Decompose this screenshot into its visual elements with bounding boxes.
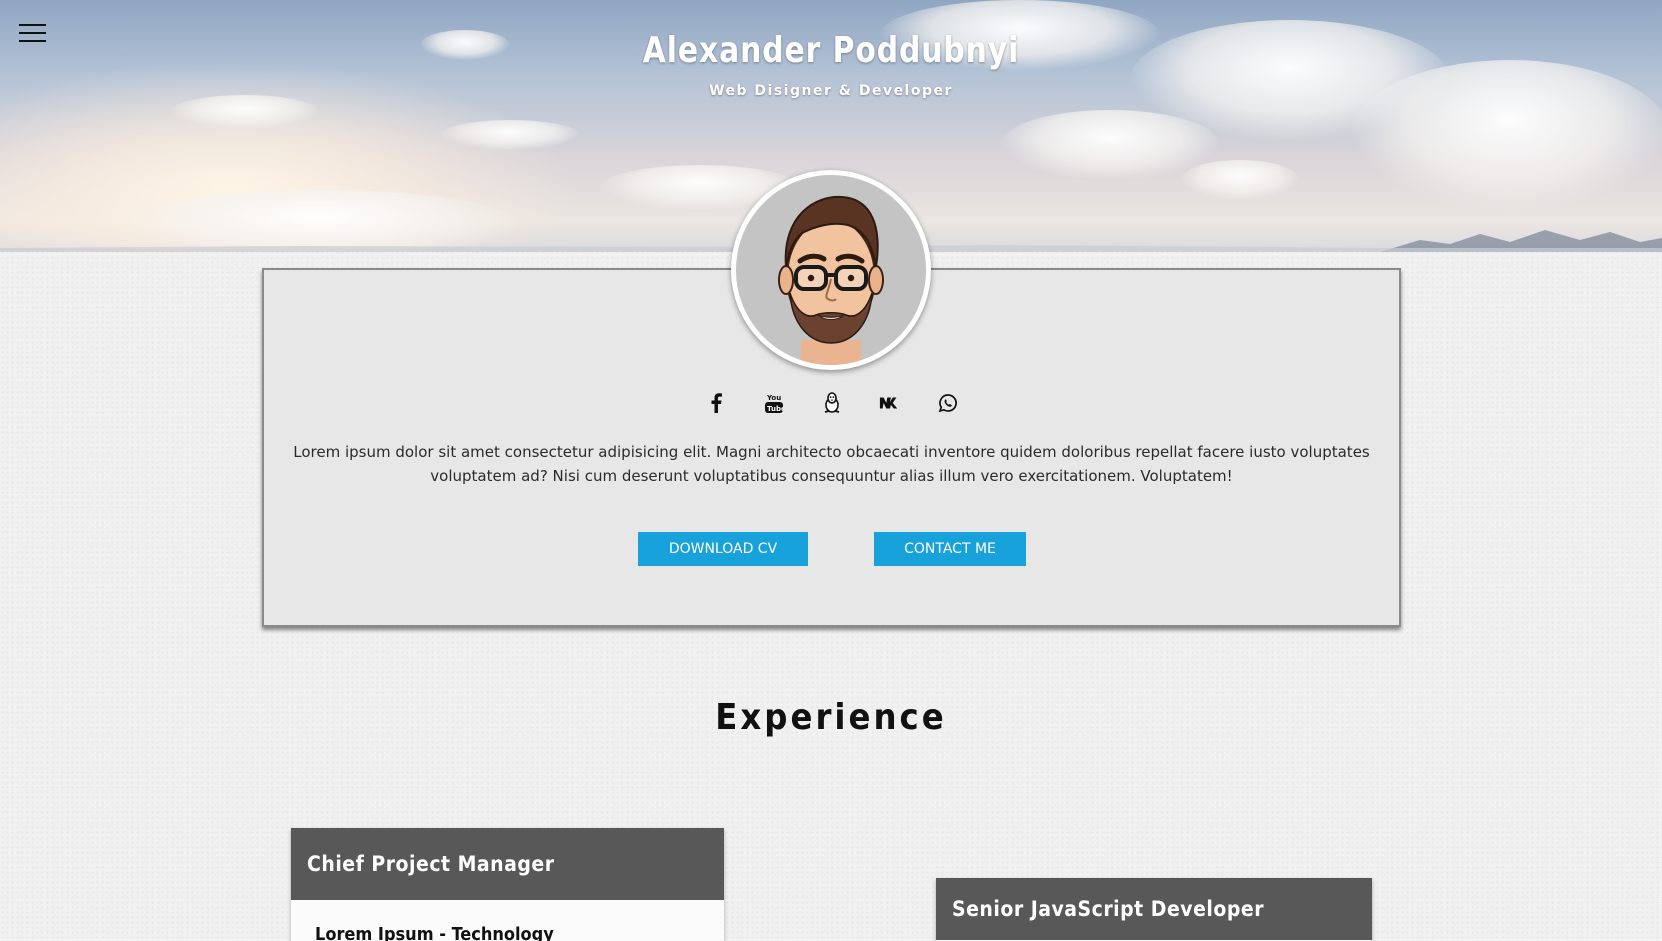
experience-card: Senior JavaScript Developer bbox=[936, 878, 1372, 941]
whatsapp-icon[interactable] bbox=[937, 392, 959, 414]
svg-text:Tube: Tube bbox=[767, 405, 783, 413]
cloud bbox=[1180, 160, 1300, 200]
avatar bbox=[731, 170, 931, 370]
social-links: You Tube bbox=[264, 392, 1399, 414]
svg-text:You: You bbox=[766, 394, 781, 402]
contact-me-button[interactable]: CONTACT ME bbox=[874, 532, 1026, 566]
linux-icon[interactable] bbox=[821, 392, 843, 414]
avatar-illustration bbox=[736, 175, 926, 365]
experience-role: Chief Project Manager bbox=[291, 828, 724, 900]
profile-description: Lorem ipsum dolor sit amet consectetur a… bbox=[293, 443, 1370, 485]
experience-card: Chief Project Manager Lorem Ipsum - Tech… bbox=[291, 828, 724, 941]
cloud bbox=[440, 120, 580, 150]
page-title: Alexander Poddubnyi bbox=[642, 30, 1020, 71]
hamburger-menu-icon[interactable] bbox=[19, 24, 46, 46]
vk-icon[interactable] bbox=[879, 392, 901, 414]
youtube-icon[interactable]: You Tube bbox=[763, 392, 785, 414]
page-subtitle: Web Disigner & Developer bbox=[709, 83, 953, 99]
download-cv-button[interactable]: DOWNLOAD CV bbox=[638, 532, 808, 566]
experience-heading: Experience bbox=[715, 697, 947, 738]
facebook-icon[interactable] bbox=[705, 392, 727, 414]
experience-role: Senior JavaScript Developer bbox=[936, 878, 1372, 940]
cloud bbox=[170, 95, 320, 129]
experience-company: Lorem Ipsum - Technology bbox=[315, 924, 554, 941]
